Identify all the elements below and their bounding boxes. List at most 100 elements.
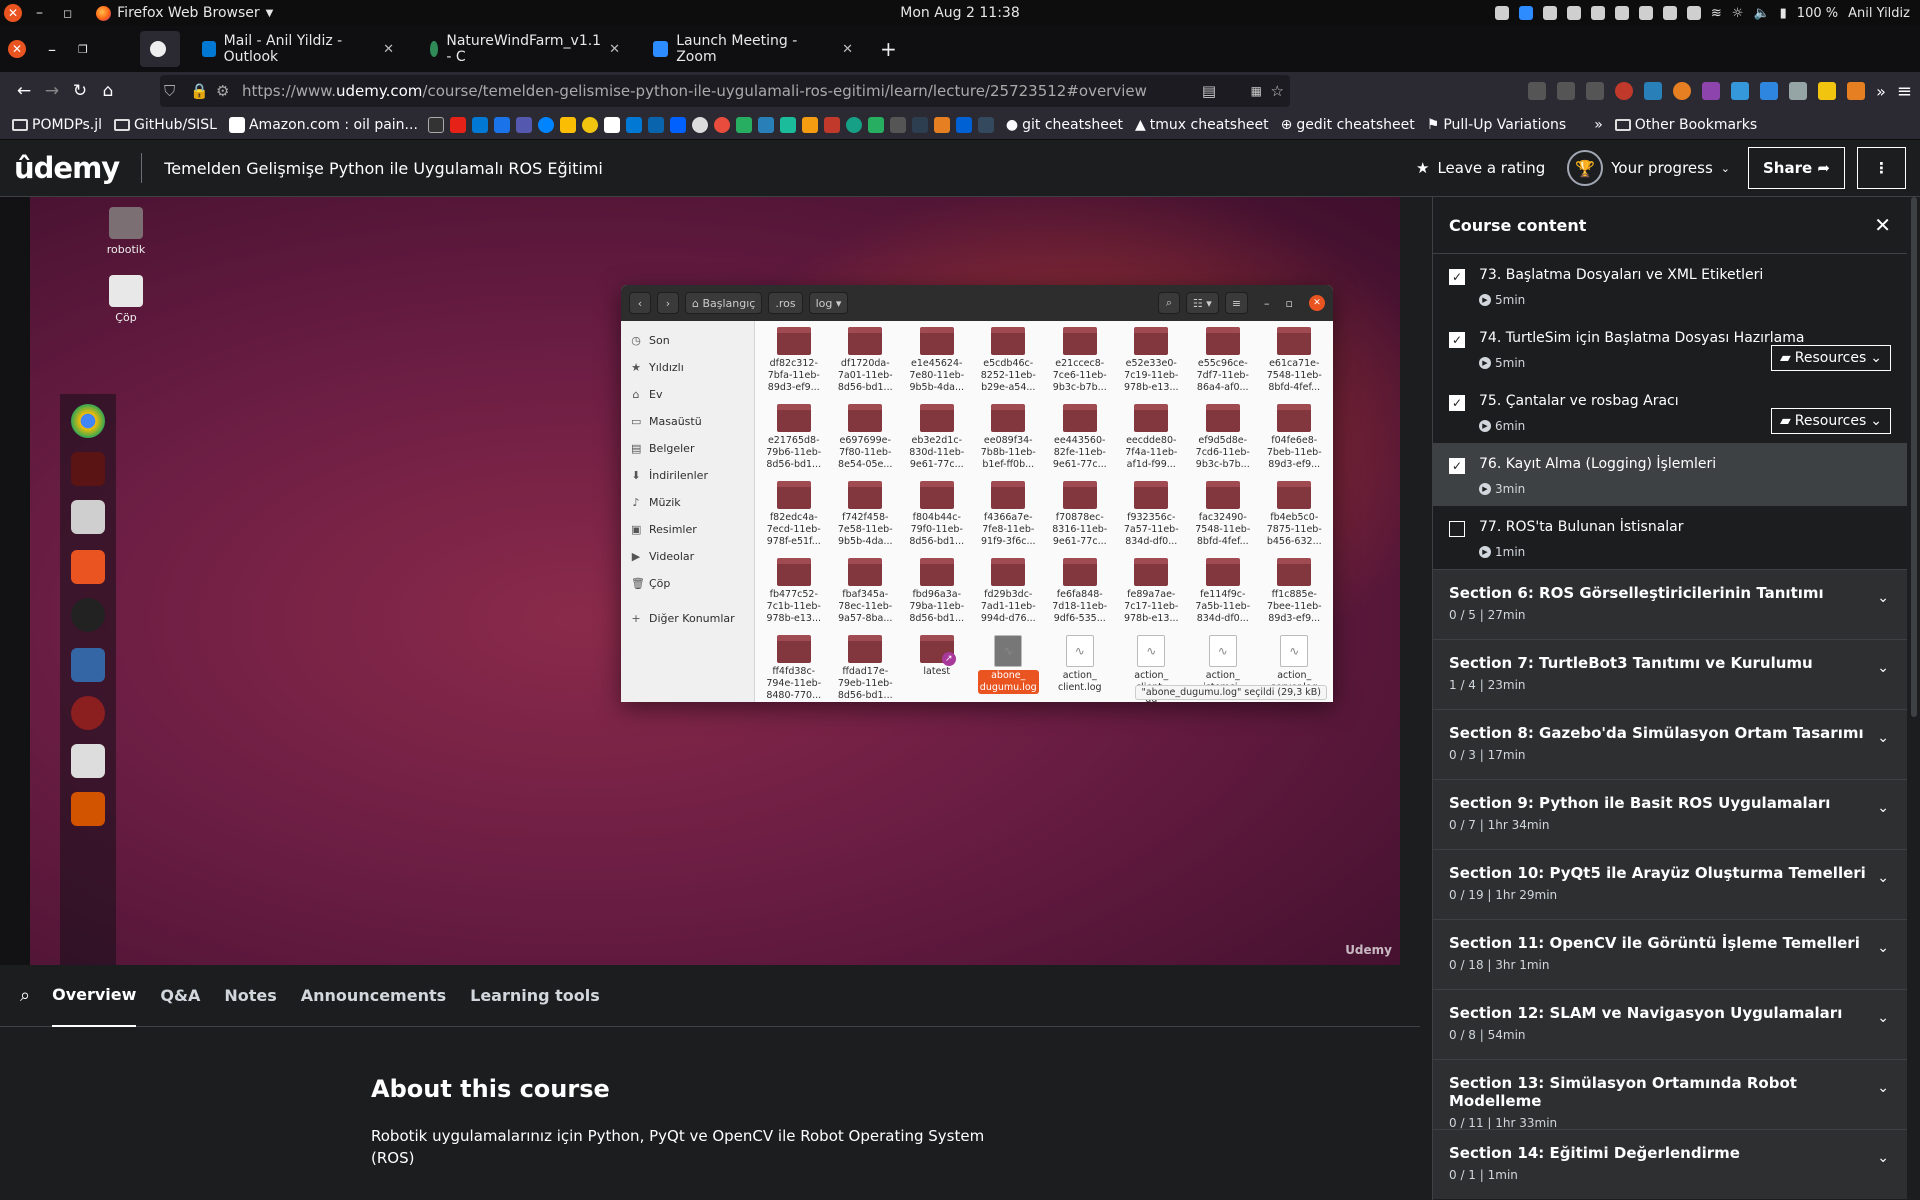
section-item[interactable]: Section 6: ROS Görselleştiricilerinin Ta…	[1433, 569, 1907, 639]
adblock-icon[interactable]	[1615, 82, 1634, 100]
bookmark-pomdps[interactable]: POMDPs.jl	[12, 117, 102, 133]
youtube-icon[interactable]	[449, 116, 466, 133]
tab-notes[interactable]: Notes	[224, 965, 276, 1027]
bookmark-icon[interactable]	[845, 116, 862, 133]
tray-app-icon[interactable]	[1638, 6, 1653, 20]
chevron-down-icon[interactable]: ⌄	[1877, 1010, 1889, 1026]
system-tray[interactable]: ≋ ☼ 🔈 ▮ 100 % Anil Yildiz	[1494, 6, 1910, 21]
bookmark-star-icon[interactable]: ☆	[1271, 82, 1284, 100]
tab-announcements[interactable]: Announcements	[301, 965, 446, 1027]
bookmark-icon[interactable]	[933, 116, 950, 133]
tab-learning-tools[interactable]: Learning tools	[470, 965, 600, 1027]
bookmark-github[interactable]: GitHub/SISL	[114, 117, 217, 133]
udemy-logo[interactable]: ûdemy	[14, 151, 120, 185]
extension-icon[interactable]	[1789, 82, 1808, 100]
lecture-checkbox[interactable]: ✓	[1449, 269, 1465, 285]
pocket-icon[interactable]	[1528, 82, 1547, 100]
tab-naturewindfarm[interactable]: NatureWindFarm_v1.1 - C ✕	[420, 31, 630, 67]
reader-mode-icon[interactable]: ▤	[1202, 82, 1216, 100]
library-icon[interactable]	[1586, 82, 1605, 100]
gmail-icon[interactable]	[603, 116, 620, 133]
bookmark-icon[interactable]	[779, 116, 796, 133]
hamburger-menu-icon[interactable]: ≡	[1897, 81, 1912, 102]
drive-icon[interactable]	[559, 116, 576, 133]
tray-app-icon[interactable]	[1614, 6, 1629, 20]
chevron-down-icon[interactable]: ⌄	[1877, 1150, 1889, 1166]
dropbox-icon[interactable]	[669, 116, 686, 133]
lecture-checkbox[interactable]: ✓	[1449, 458, 1465, 474]
lecture-item[interactable]: 77. ROS'ta Bulunan İstisnalar ▶ 1min	[1433, 506, 1907, 569]
extension-icon[interactable]	[1673, 82, 1692, 100]
tab-outlook[interactable]: Mail - Anil Yildiz - Outlook ✕	[192, 31, 404, 67]
tab-udemy[interactable]	[140, 31, 180, 67]
chevron-down-icon[interactable]: ⌄	[1877, 800, 1889, 816]
browser-minimize-icon[interactable]: –	[48, 40, 56, 59]
user-name[interactable]: Anil Yildiz	[1848, 6, 1910, 21]
reload-icon[interactable]: ↻	[66, 81, 94, 101]
scrollbar-thumb[interactable]	[1911, 197, 1917, 717]
chart-icon[interactable]	[757, 116, 774, 133]
permissions-icon[interactable]: ⚙	[216, 82, 229, 100]
chevron-down-icon[interactable]: ⌄	[1877, 1080, 1889, 1096]
chevron-down-icon[interactable]: ⌄	[1877, 870, 1889, 886]
tray-app-icon[interactable]	[1566, 6, 1581, 20]
bookmark-git-cheatsheet[interactable]: ● git cheatsheet	[1006, 117, 1123, 133]
bookmark-icon[interactable]	[977, 116, 994, 133]
course-title[interactable]: Temelden Gelişmişe Python ile Uygulamalı…	[164, 159, 603, 178]
lecture-item[interactable]: ✓ 73. Başlatma Dosyaları ve XML Etiketler…	[1433, 254, 1907, 317]
wifi-icon[interactable]: ≋	[1711, 6, 1722, 21]
bookmark-amazon[interactable]: Amazon.com : oil pain...	[228, 116, 418, 133]
tray-app-icon[interactable]	[1494, 6, 1509, 20]
clock[interactable]: Mon Aug 2 11:38	[900, 5, 1019, 21]
app-menu[interactable]: Firefox Web Browser ▼	[96, 5, 273, 21]
zoom-tray-icon[interactable]	[1518, 6, 1533, 20]
share-button[interactable]: Share ➦	[1748, 147, 1845, 189]
forward-icon[interactable]: →	[38, 81, 66, 101]
extension-icon[interactable]	[1760, 82, 1779, 100]
bookmark-icon[interactable]	[735, 116, 752, 133]
bookmarks-overflow-icon[interactable]: »	[1594, 117, 1603, 133]
other-bookmarks[interactable]: Other Bookmarks	[1614, 117, 1757, 133]
lecture-checkbox[interactable]	[1449, 521, 1465, 537]
more-options-button[interactable]: ⋮	[1857, 147, 1906, 189]
volume-icon[interactable]: 🔈	[1753, 6, 1769, 21]
chevron-down-icon[interactable]: ⌄	[1877, 660, 1889, 676]
your-progress-button[interactable]: 🏆 Your progress ⌄	[1567, 150, 1730, 186]
resources-button[interactable]: ▰ Resources ⌄	[1770, 408, 1891, 434]
bookmark-icon[interactable]	[625, 116, 642, 133]
extension-icon[interactable]	[1731, 82, 1750, 100]
lecture-item[interactable]: ✓ 76. Kayıt Alma (Logging) İşlemleri ▶ 3min	[1433, 443, 1907, 506]
tray-app-icon[interactable]	[1662, 6, 1677, 20]
brightness-icon[interactable]: ☼	[1732, 6, 1744, 21]
lecture-item[interactable]: ✓ 75. Çantalar ve rosbag Aracı ▶ 6min ▰ Resou…	[1433, 380, 1907, 443]
box-icon[interactable]	[955, 116, 972, 133]
bookmark-icon[interactable]	[801, 116, 818, 133]
browser-restore-icon[interactable]: ❐	[78, 43, 88, 56]
bookmark-icon[interactable]	[867, 116, 884, 133]
close-tab-icon[interactable]: ✕	[383, 42, 394, 57]
section-item[interactable]: Section 8: Gazebo'da Simülasyon Ortam Ta…	[1433, 709, 1907, 779]
overflow-chevron-icon[interactable]: »	[1876, 82, 1886, 101]
tray-app-icon[interactable]	[1542, 6, 1557, 20]
extension-icon[interactable]	[1818, 82, 1837, 100]
calendar-icon[interactable]	[493, 116, 510, 133]
bookmark-icon[interactable]	[691, 116, 708, 133]
tab-overview[interactable]: Overview	[52, 965, 137, 1027]
maximize-window-icon[interactable]: ◻	[63, 7, 72, 20]
leave-rating-button[interactable]: ★ Leave a rating	[1416, 159, 1545, 177]
bookmark-pullup[interactable]: ⚑ Pull-Up Variations	[1427, 117, 1566, 133]
video-player[interactable]: ⋮⋮⋮ robotik Çöp ‹ › ⌂ Başlangıç .ros log…	[30, 197, 1400, 965]
lecture-item[interactable]: ✓ 74. TurtleSim için Başlatma Dosyası Haz…	[1433, 317, 1907, 380]
bookmark-tmux-cheatsheet[interactable]: ▲ tmux cheatsheet	[1135, 117, 1269, 133]
section-item[interactable]: Section 14: Eğitimi Değerlendirme 0 / 1 |…	[1433, 1129, 1907, 1199]
dropbox-tray-icon[interactable]	[1590, 6, 1605, 20]
close-tab-icon[interactable]: ✕	[842, 42, 853, 57]
bookmark-icon[interactable]	[823, 116, 840, 133]
tab-qa[interactable]: Q&A	[160, 965, 200, 1027]
battery-icon[interactable]: ▮	[1780, 6, 1787, 21]
chevron-down-icon[interactable]: ⌄	[1877, 730, 1889, 746]
home-icon[interactable]: ⌂	[94, 81, 122, 101]
section-item[interactable]: Section 13: Simülasyon Ortamında Robot M…	[1433, 1059, 1907, 1130]
lecture-checkbox[interactable]: ✓	[1449, 395, 1465, 411]
flag-icon[interactable]: ▦	[1251, 84, 1262, 98]
